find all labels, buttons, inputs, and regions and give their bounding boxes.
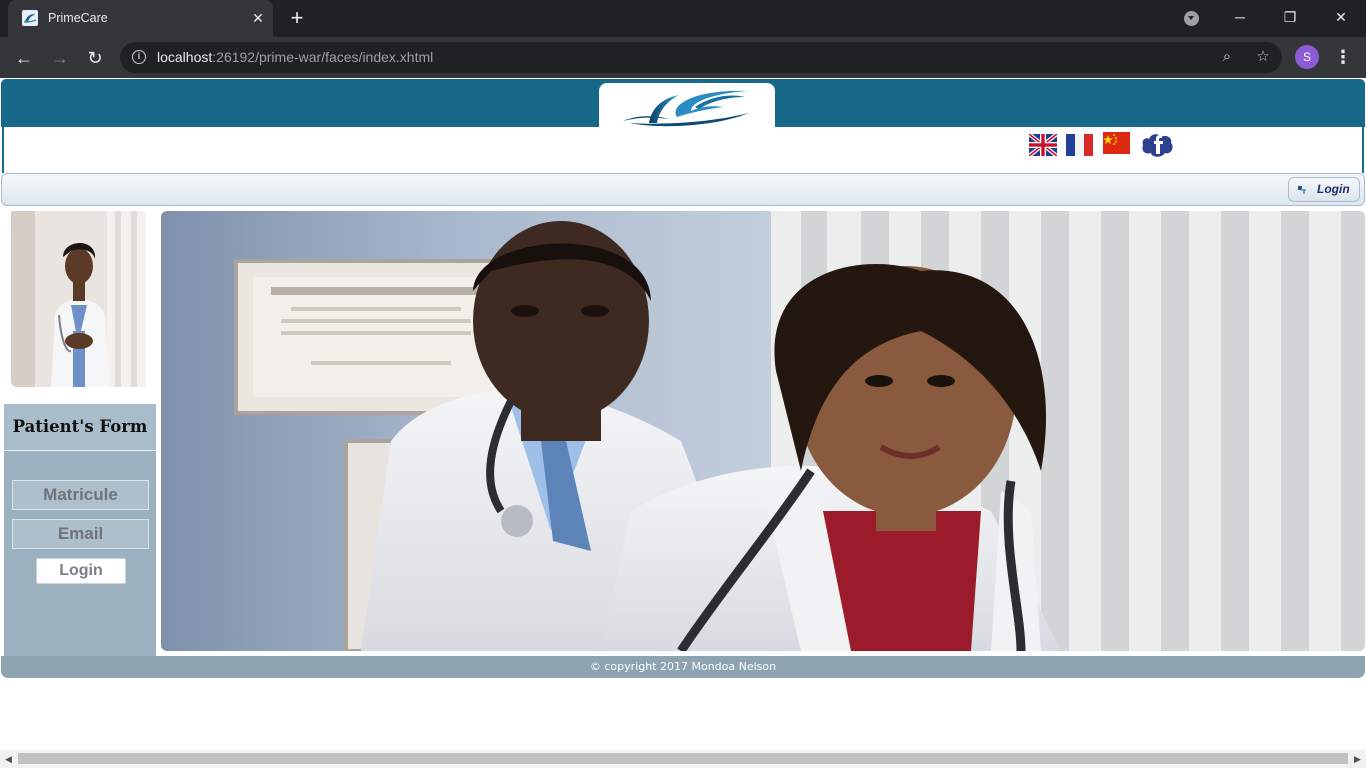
menubar-login-label: Login <box>1317 182 1350 196</box>
zoom-icon[interactable]: ⌕ <box>1218 48 1236 66</box>
footer-copyright: © copyright 2017 Mondoa Nelson <box>1 656 1365 678</box>
url-path: :26192/prime-war/faces/index.xhtml <box>212 49 434 65</box>
primecare-favicon-icon <box>22 10 38 26</box>
menubar-login-button[interactable]: Login <box>1288 177 1360 202</box>
menu-bar: Login <box>1 173 1365 206</box>
restore-button[interactable]: ❐ <box>1278 6 1302 28</box>
browser-tabstrip: PrimeCare ✕ + ─ ❐ ✕ <box>0 0 1366 37</box>
china-flag-icon[interactable] <box>1103 132 1130 154</box>
tab-close-icon[interactable]: ✕ <box>250 10 266 26</box>
bookmark-star-icon[interactable]: ☆ <box>1254 48 1272 66</box>
browser-menu-icon[interactable]: ⋮ <box>1334 46 1352 68</box>
primecare-logo-icon <box>623 90 749 127</box>
france-flag-icon[interactable] <box>1066 134 1093 156</box>
email-field[interactable]: Email <box>12 519 149 549</box>
back-button[interactable]: ← <box>12 46 36 70</box>
scroll-right-arrow-icon[interactable]: ▶ <box>1349 750 1366 768</box>
uk-flag-icon[interactable] <box>1029 134 1057 156</box>
logo-container[interactable] <box>599 83 775 129</box>
browser-toolbar: ← → ↻ i localhost:26192/prime-war/faces/… <box>0 37 1366 78</box>
form-login-button[interactable]: Login <box>36 558 126 584</box>
address-bar[interactable]: i localhost:26192/prime-war/faces/index.… <box>120 42 1282 73</box>
minimize-button[interactable]: ─ <box>1228 6 1252 28</box>
matricule-field[interactable]: Matricule <box>12 480 149 510</box>
patient-form-panel: Patient's Form Matricule Email Login <box>4 404 156 656</box>
url-text: localhost:26192/prime-war/faces/index.xh… <box>157 49 433 65</box>
scroll-left-arrow-icon[interactable]: ◀ <box>0 750 17 768</box>
window-close-button[interactable]: ✕ <box>1329 6 1353 28</box>
login-key-icon <box>1298 186 1306 194</box>
browser-tab[interactable]: PrimeCare ✕ <box>8 0 273 37</box>
forward-button[interactable]: → <box>48 46 72 70</box>
site-info-icon[interactable]: i <box>132 50 146 64</box>
url-host: localhost <box>157 49 213 65</box>
page-content: Login Patient's Form Matricule Email Log… <box>0 78 1366 750</box>
profile-avatar[interactable]: S <box>1295 45 1319 69</box>
scrollbar-thumb[interactable] <box>18 753 1348 764</box>
patient-form-title: Patient's Form <box>4 404 156 451</box>
tab-search-icon[interactable] <box>1184 11 1199 26</box>
reload-button[interactable]: ↻ <box>83 46 107 70</box>
new-tab-button[interactable]: + <box>287 7 307 29</box>
doctor-photo <box>11 211 146 387</box>
hero-doctors-image <box>161 211 1365 651</box>
tab-title: PrimeCare <box>48 11 108 25</box>
facebook-icon[interactable] <box>1139 131 1175 159</box>
horizontal-scrollbar[interactable]: ◀ ▶ <box>0 750 1366 768</box>
